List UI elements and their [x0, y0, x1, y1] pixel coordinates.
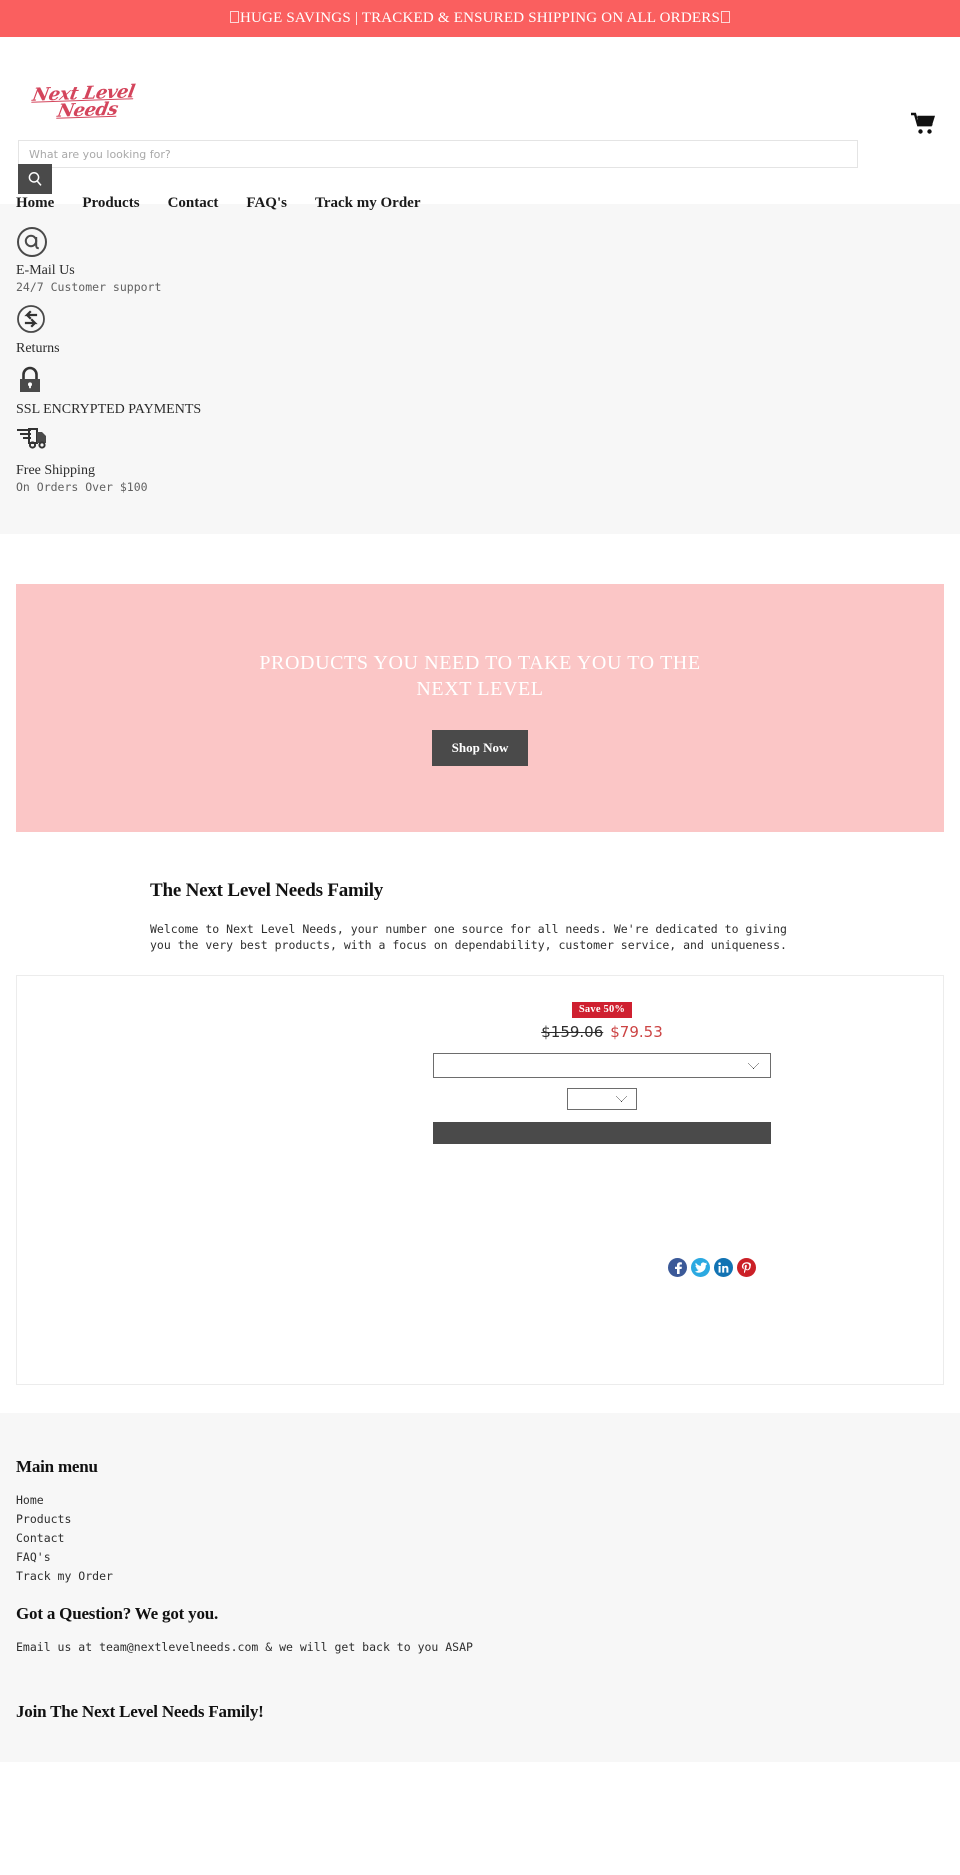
site-logo[interactable]: Next Level Needs [19, 81, 146, 122]
hero-title: PRODUCTS YOU NEED TO TAKE YOU TO THE NEX… [259, 652, 701, 700]
footer-newsletter-block: Join The Next Level Needs Family! [16, 1702, 944, 1722]
footer-join-heading: Join The Next Level Needs Family! [16, 1702, 264, 1721]
feature-ssl-payments-title: SSL ENCRYPTED PAYMENTS [16, 402, 202, 417]
footer-link-track-my-order[interactable]: Track my Order [16, 1567, 944, 1586]
linkedin-glyph-icon [718, 1262, 729, 1273]
announcement-message: HUGE SAVINGS | TRACKED & ENSURED SHIPPIN… [239, 10, 721, 26]
emoji-placeholder-trailing-icon [721, 11, 731, 23]
product-purchase-panel: Save 50% $159.06 $79.53 [432, 1002, 772, 1144]
nav-item-products[interactable]: Products [82, 195, 139, 212]
announcement-text: HUGE SAVINGS | TRACKED & ENSURED SHIPPIN… [229, 10, 731, 27]
site-header: Next Level Needs Home Products Contact F… [0, 37, 960, 211]
search-icon [28, 172, 42, 186]
product-section-wrap: Save 50% $159.06 $79.53 [0, 953, 960, 1385]
returns-arrows-icon [17, 305, 45, 333]
feature-free-shipping-title: Free Shipping [16, 463, 95, 478]
linkedin-share-icon[interactable] [714, 1258, 733, 1277]
feature-email-us-title: E-Mail Us [16, 263, 75, 278]
footer-question-block: Got a Question? We got you. Email us at … [16, 1604, 944, 1654]
price-sale: $79.53 [610, 1023, 663, 1041]
emoji-placeholder-leading-icon [229, 11, 239, 23]
nav-item-faqs[interactable]: FAQ's [246, 195, 287, 212]
twitter-share-icon[interactable] [691, 1258, 710, 1277]
nav-item-home[interactable]: Home [16, 195, 54, 212]
hero-content: PRODUCTS YOU NEED TO TAKE YOU TO THE NEX… [240, 650, 720, 766]
variant-select[interactable] [433, 1053, 771, 1078]
footer-link-products[interactable]: Products [16, 1510, 944, 1529]
cart-button[interactable] [908, 110, 938, 138]
price-row: $159.06 $79.53 [541, 1023, 663, 1041]
main-navigation: Home Products Contact FAQ's Track my Ord… [16, 195, 420, 212]
hero-banner: PRODUCTS YOU NEED TO TAKE YOU TO THE NEX… [16, 584, 944, 832]
facebook-share-icon[interactable] [668, 1258, 687, 1277]
search-area [18, 140, 858, 194]
price-original: $159.06 [541, 1023, 604, 1041]
footer-link-contact[interactable]: Contact [16, 1529, 944, 1548]
returns-arrows-icon-wrap [16, 304, 50, 338]
footer-main-menu-heading: Main menu [16, 1457, 98, 1476]
nav-item-track-my-order[interactable]: Track my Order [315, 195, 421, 212]
facebook-glyph-icon [674, 1261, 682, 1274]
feature-returns: Returns [16, 304, 944, 357]
feature-strip: E-Mail Us 24/7 Customer support Returns … [0, 204, 960, 534]
footer-main-menu-links: Home Products Contact FAQ's Track my Ord… [16, 1491, 944, 1586]
add-to-cart-button[interactable] [433, 1122, 771, 1144]
feature-email-us-sub: 24/7 Customer support [16, 280, 162, 294]
feature-free-shipping: Free Shipping On Orders Over $100 [16, 426, 944, 496]
at-sign-icon [17, 227, 47, 257]
lock-icon [20, 366, 40, 392]
feature-free-shipping-sub: On Orders Over $100 [16, 480, 148, 494]
feature-returns-title: Returns [16, 341, 60, 356]
pinterest-share-icon[interactable] [737, 1258, 756, 1277]
feature-email-us: E-Mail Us 24/7 Customer support [16, 226, 944, 296]
feature-ssl-payments: SSL ENCRYPTED PAYMENTS [16, 365, 944, 418]
about-section: The Next Level Needs Family Welcome to N… [0, 832, 960, 953]
about-heading: The Next Level Needs Family [150, 880, 384, 901]
footer-question-heading: Got a Question? We got you. [16, 1604, 219, 1623]
footer-link-home[interactable]: Home [16, 1491, 944, 1510]
shopping-cart-icon [911, 112, 936, 134]
at-sign-icon-wrap [16, 226, 50, 260]
quantity-select[interactable] [567, 1088, 637, 1110]
footer-link-faqs[interactable]: FAQ's [16, 1548, 944, 1567]
save-badge: Save 50% [571, 1002, 633, 1018]
pinterest-glyph-icon [741, 1261, 751, 1273]
delivery-truck-icon-wrap [16, 426, 50, 460]
search-input[interactable] [18, 140, 858, 168]
twitter-bird-icon [694, 1262, 707, 1273]
social-share-row [668, 1258, 756, 1277]
lock-icon-wrap [16, 365, 50, 399]
product-card: Save 50% $159.06 $79.53 [16, 975, 944, 1385]
site-footer: Main menu Home Products Contact FAQ's Tr… [0, 1413, 960, 1762]
hero-section-wrap: PRODUCTS YOU NEED TO TAKE YOU TO THE NEX… [0, 534, 960, 832]
about-body: Welcome to Next Level Needs, your number… [150, 922, 787, 952]
search-submit-button[interactable] [18, 164, 52, 194]
delivery-truck-icon [17, 428, 46, 449]
nav-item-contact[interactable]: Contact [168, 195, 219, 212]
footer-question-text: Email us at team@nextlevelneeds.com & we… [16, 1640, 473, 1654]
shop-now-button[interactable]: Shop Now [431, 730, 529, 766]
announcement-bar: HUGE SAVINGS | TRACKED & ENSURED SHIPPIN… [0, 0, 960, 37]
